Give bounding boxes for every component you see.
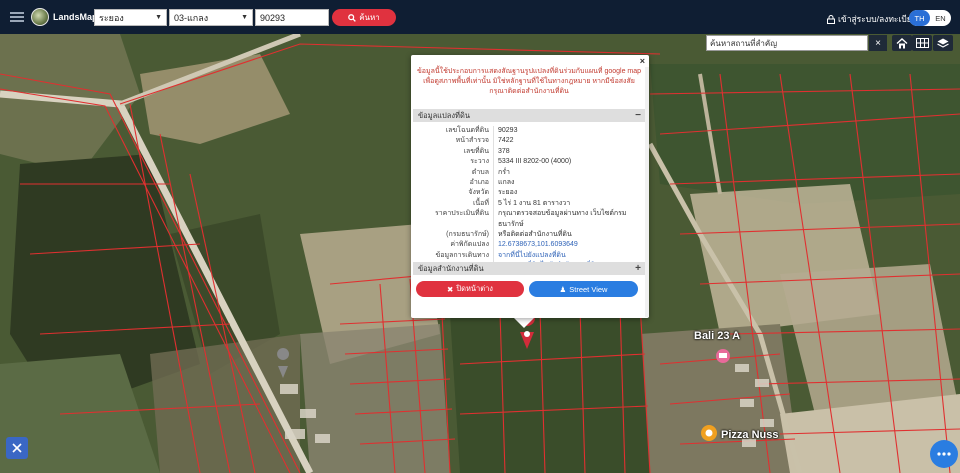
- lock-icon: [827, 14, 835, 24]
- row-value[interactable]: จากที่นี่ไปยังแปลงที่ดิน: [493, 250, 645, 262]
- row-value: 7422: [493, 136, 645, 147]
- table-row: เลขที่ดิน 378: [411, 146, 649, 158]
- table-row: ราคาประเมินที่ดิน กรุณาตรวจสอบข้อมูลผ่านท…: [411, 209, 649, 231]
- grid-button[interactable]: [912, 35, 932, 51]
- parcel-detail-rows: เลขโฉนดที่ดิน 90293 หน้าสำรวจ 7422 เลขที่ดิน…: [411, 126, 649, 272]
- table-row: ตำบล กร่ำ: [411, 167, 649, 179]
- search-button[interactable]: ค้นหา: [332, 9, 396, 26]
- expand-icon[interactable]: +: [635, 263, 641, 274]
- row-value: กรุณาตรวจสอบข้อมูลผ่านทาง เว็บไซต์กรมธนา…: [493, 209, 645, 231]
- collapse-icon[interactable]: −: [635, 110, 641, 121]
- row-label: ข้อมูลการเดินทาง: [435, 251, 489, 259]
- row-label: เลขโฉนดที่ดิน: [445, 127, 489, 134]
- search-icon: [348, 13, 357, 22]
- table-row: จังหวัด ระยอง: [411, 188, 649, 199]
- row-value: 5 ไร่ 1 งาน 81 ตารางวา: [493, 198, 645, 210]
- street-view-label: Street View: [569, 284, 608, 294]
- district-select[interactable]: 03-แกลง ▼: [169, 9, 253, 26]
- row-value: 378: [493, 146, 645, 158]
- section-header-parcel[interactable]: ข้อมูลแปลงที่ดิน −: [413, 109, 645, 122]
- street-view-button[interactable]: ♟ Street View: [529, 281, 638, 297]
- table-row: อำเภอ แกลง: [411, 178, 649, 189]
- row-value: 5334 III 8202-00 (4000): [493, 157, 645, 168]
- chevron-down-icon: ▼: [155, 14, 162, 21]
- district-select-value: 03-แกลง: [174, 12, 209, 23]
- table-row: หน้าสำรวจ 7422: [411, 136, 649, 147]
- close-window-label: ปิดหน้าต่าง: [456, 284, 493, 293]
- close-window-button[interactable]: ✖ ปิดหน้าต่าง: [416, 281, 524, 297]
- row-value: ระยอง: [493, 188, 645, 199]
- login-link[interactable]: เข้าสู่ระบบ/ลงทะเบียน: [827, 12, 918, 26]
- more-icon: [937, 452, 951, 456]
- popup-close-button[interactable]: ×: [640, 56, 645, 66]
- parcel-info-popup: × ข้อมูลนี้ใช้ประกอบการแสดงสัณฐานรูปแปลง…: [411, 55, 649, 318]
- clear-search-button[interactable]: ×: [869, 35, 887, 51]
- close-icon: ✖: [447, 284, 454, 294]
- row-value: หรือติดต่อสำนักงานที่ดิน: [493, 230, 645, 241]
- table-row: ข้อมูลการเดินทาง จากที่นี่ไปยังแปลงที่ดิน: [411, 250, 649, 262]
- app-logo: [31, 8, 49, 26]
- row-label: หน้าสำรวจ: [455, 137, 489, 145]
- row-label: ระวาง: [470, 158, 489, 166]
- row-label: เลขที่ดิน: [463, 147, 489, 155]
- language-toggle[interactable]: TH EN: [909, 10, 951, 26]
- tools-icon: [12, 443, 22, 453]
- table-row: ระวาง 5334 III 8202-00 (4000): [411, 157, 649, 168]
- poi-label-pizza[interactable]: Pizza Nuss: [721, 429, 778, 441]
- parcel-number-input[interactable]: 90293: [255, 9, 329, 26]
- row-value[interactable]: 12.6738673,101.6093649: [493, 240, 645, 251]
- lang-th[interactable]: TH: [909, 10, 930, 26]
- popup-disclaimer: ข้อมูลนี้ใช้ประกอบการแสดงสัณฐานรูปแปลงที…: [416, 68, 642, 95]
- home-icon: [896, 37, 908, 48]
- section-title-office: ข้อมูลสำนักงานที่ดิน: [418, 263, 484, 273]
- lang-en[interactable]: EN: [930, 10, 951, 26]
- row-value: กร่ำ: [493, 167, 645, 179]
- menu-icon[interactable]: [10, 12, 24, 22]
- section-title-parcel: ข้อมูลแปลงที่ดิน: [418, 110, 470, 120]
- row-label: เนื้อที่: [473, 199, 489, 207]
- row-value: 90293: [493, 126, 645, 137]
- popup-pointer: [513, 317, 535, 328]
- person-icon: ♟: [559, 284, 567, 294]
- login-label: เข้าสู่ระบบ/ลงทะเบียน: [838, 14, 918, 24]
- table-row: (กรมธนารักษ์) หรือติดต่อสำนักงานที่ดิน: [411, 230, 649, 241]
- row-value: แกลง: [493, 178, 645, 189]
- more-options-button[interactable]: [930, 440, 958, 468]
- row-label: อำเภอ: [469, 179, 489, 187]
- chevron-down-icon: ▼: [241, 14, 248, 21]
- poi-label-bali[interactable]: Bali 23 A: [694, 330, 740, 342]
- province-select-value: ระยอง: [99, 12, 124, 23]
- layers-icon: [937, 38, 949, 48]
- place-search-input[interactable]: ค้นหาสถานที่สำคัญ: [706, 35, 868, 51]
- layers-button[interactable]: [933, 35, 953, 51]
- table-row: เลขโฉนดที่ดิน 90293: [411, 126, 649, 137]
- province-select[interactable]: ระยอง ▼: [94, 9, 167, 26]
- section-header-office[interactable]: ข้อมูลสำนักงานที่ดิน +: [413, 262, 645, 275]
- row-label: (กรมธนารักษ์): [446, 231, 489, 239]
- row-label: ค่าพิกัดแปลง: [450, 241, 489, 249]
- measure-tool-button[interactable]: [6, 437, 28, 459]
- row-label: จังหวัด: [468, 189, 489, 197]
- popup-scrollbar[interactable]: [645, 67, 649, 317]
- row-label: ตำบล: [471, 168, 489, 176]
- row-label: ราคาประเมินที่ดิน: [434, 210, 489, 218]
- table-row: เนื้อที่ 5 ไร่ 1 งาน 81 ตารางวา: [411, 198, 649, 210]
- grid-icon: [915, 38, 929, 48]
- home-button[interactable]: [892, 35, 912, 51]
- search-button-label: ค้นหา: [359, 13, 380, 22]
- table-row: ค่าพิกัดแปลง 12.6738673,101.6093649: [411, 240, 649, 251]
